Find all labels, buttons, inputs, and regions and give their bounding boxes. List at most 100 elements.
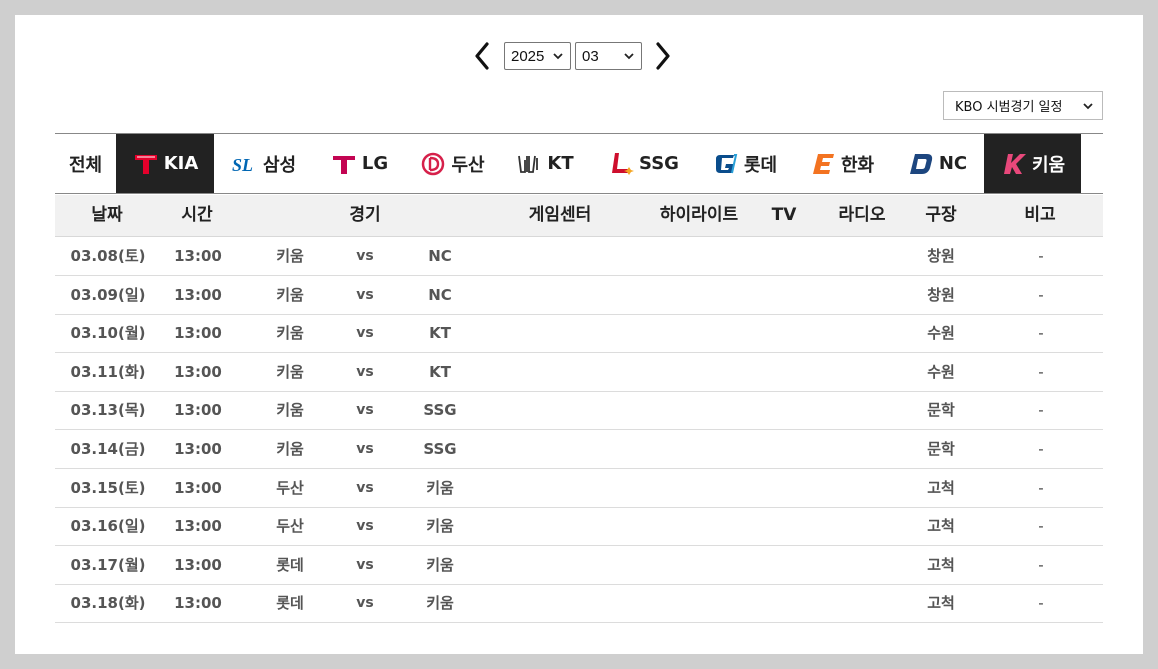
cell-note: - bbox=[1038, 362, 1044, 381]
table-row: 03.08(토) 13:00 키움 vs NC 창원 - bbox=[55, 237, 1103, 276]
table-row: 03.09(일) 13:00 키움 vs NC 창원 - bbox=[55, 276, 1103, 315]
cell-vs: vs bbox=[356, 479, 374, 496]
tab-logo bbox=[419, 150, 447, 178]
tab-logo: SL bbox=[231, 150, 259, 178]
month-navigation: 2025 03 bbox=[471, 41, 674, 71]
cell-venue: 수원 bbox=[927, 324, 955, 343]
cell-vs: vs bbox=[356, 248, 374, 264]
header-tv: TV bbox=[771, 205, 797, 225]
cell-venue: 고척 bbox=[927, 555, 955, 574]
chevron-down-icon bbox=[624, 53, 634, 60]
samsung-logo-icon: SL bbox=[232, 155, 253, 175]
cell-venue: 문학 bbox=[927, 440, 955, 458]
tab-label: KIA bbox=[163, 153, 199, 174]
hanwha-logo-icon bbox=[812, 153, 834, 174]
table-row: 03.17(월) 13:00 롯데 vs 키움 고척 - bbox=[55, 546, 1103, 585]
tab-all[interactable]: 전체 bbox=[55, 134, 116, 193]
cell-away: 키움 bbox=[276, 401, 304, 420]
tab-logo bbox=[515, 150, 543, 178]
header-game: 경기 bbox=[349, 205, 381, 225]
lg-logo-icon bbox=[332, 155, 355, 174]
prev-month-button[interactable] bbox=[471, 41, 493, 71]
cell-note: - bbox=[1038, 555, 1044, 574]
series-type-select[interactable]: KBO 시범경기 일정 bbox=[943, 91, 1103, 120]
tab-label: 삼성 bbox=[262, 154, 297, 176]
cell-venue: 고척 bbox=[927, 594, 955, 613]
table-row: 03.18(화) 13:00 롯데 vs 키움 고척 - bbox=[55, 584, 1103, 624]
tab-label: LG bbox=[361, 153, 389, 174]
chevron-down-icon bbox=[1083, 103, 1093, 110]
tab-ssg[interactable]: SSG bbox=[590, 134, 696, 193]
tab-lg[interactable]: LG bbox=[313, 134, 405, 193]
tab-logo bbox=[132, 150, 160, 178]
tab-label: KT bbox=[547, 153, 574, 174]
month-select[interactable]: 03 bbox=[575, 42, 642, 70]
cell-home: SSG bbox=[423, 401, 457, 420]
cell-away: 키움 bbox=[276, 247, 304, 265]
tab-logo bbox=[330, 150, 358, 178]
cell-note: - bbox=[1038, 285, 1044, 304]
cell-away: 롯데 bbox=[276, 555, 304, 574]
cell-date: 03.11(화) bbox=[70, 362, 146, 381]
cell-date: 03.18(화) bbox=[70, 594, 146, 613]
nc-logo-icon bbox=[909, 153, 933, 174]
schedule-panel: 2025 03 KBO 시범경기 일정 전체 KIA SL 삼성 LG 두산 KT SSG 롯데… bbox=[15, 15, 1143, 654]
cell-note: - bbox=[1038, 440, 1044, 458]
chevron-left-icon bbox=[475, 42, 489, 70]
cell-home: 키움 bbox=[426, 478, 454, 497]
chevron-down-icon bbox=[553, 53, 563, 60]
cell-date: 03.15(토) bbox=[70, 478, 146, 497]
team-tabs: 전체 KIA SL 삼성 LG 두산 KT SSG 롯데 한화 NC 키움 bbox=[55, 133, 1103, 194]
tab-kiwoom[interactable]: 키움 bbox=[984, 134, 1081, 193]
tab-samsung[interactable]: SL 삼성 bbox=[214, 134, 313, 193]
tab-kt[interactable]: KT bbox=[499, 134, 590, 193]
header-note: 비고 bbox=[1024, 205, 1056, 225]
cell-note: - bbox=[1038, 478, 1044, 497]
table-row: 03.11(화) 13:00 키움 vs KT 수원 - bbox=[55, 353, 1103, 392]
cell-vs: vs bbox=[356, 595, 374, 612]
cell-date: 03.08(토) bbox=[70, 247, 146, 265]
schedule-table-header: 날짜 시간 경기 게임센터 하이라이트 TV 라디오 구장 비고 bbox=[55, 195, 1103, 237]
svg-text:SL: SL bbox=[232, 155, 253, 175]
cell-time: 13:00 bbox=[174, 440, 222, 458]
cell-home: SSG bbox=[423, 440, 457, 458]
tab-hanwha[interactable]: 한화 bbox=[793, 134, 890, 193]
cell-venue: 고척 bbox=[927, 517, 955, 536]
tab-label: SSG bbox=[639, 153, 679, 174]
cell-home: NC bbox=[428, 247, 452, 265]
cell-away: 키움 bbox=[276, 362, 304, 381]
cell-vs: vs bbox=[356, 325, 374, 342]
next-month-button[interactable] bbox=[652, 41, 674, 71]
cell-vs: vs bbox=[356, 363, 374, 380]
tab-label: NC bbox=[938, 153, 968, 174]
table-row: 03.16(일) 13:00 두산 vs 키움 고척 - bbox=[55, 507, 1103, 547]
cell-date: 03.10(월) bbox=[70, 324, 146, 343]
tab-label: 전체 bbox=[68, 154, 103, 176]
tab-doosan[interactable]: 두산 bbox=[405, 134, 499, 193]
header-time: 시간 bbox=[181, 205, 213, 225]
cell-note: - bbox=[1038, 324, 1044, 343]
cell-home: NC bbox=[428, 285, 452, 304]
lotte-logo-icon bbox=[715, 153, 738, 173]
cell-date: 03.17(월) bbox=[70, 555, 146, 574]
tab-lotte[interactable]: 롯데 bbox=[696, 134, 793, 193]
kiwoom-logo-icon bbox=[1003, 153, 1026, 174]
tab-kia[interactable]: KIA bbox=[116, 134, 214, 193]
year-select[interactable]: 2025 bbox=[504, 42, 571, 70]
month-select-value: 03 bbox=[582, 47, 599, 65]
header-date: 날짜 bbox=[91, 205, 123, 225]
cell-venue: 고척 bbox=[927, 478, 955, 497]
cell-away: 두산 bbox=[276, 478, 304, 497]
tab-nc[interactable]: NC bbox=[890, 134, 984, 193]
cell-home: KT bbox=[429, 362, 451, 381]
cell-note: - bbox=[1038, 517, 1044, 536]
tab-logo bbox=[712, 150, 740, 178]
header-venue: 구장 bbox=[925, 205, 957, 225]
cell-home: KT bbox=[429, 324, 451, 343]
chevron-right-icon bbox=[656, 42, 670, 70]
cell-venue: 창원 bbox=[927, 247, 955, 265]
cell-time: 13:00 bbox=[174, 324, 222, 343]
cell-time: 13:00 bbox=[174, 594, 222, 613]
cell-vs: vs bbox=[356, 441, 374, 457]
tab-label: 한화 bbox=[840, 154, 875, 176]
